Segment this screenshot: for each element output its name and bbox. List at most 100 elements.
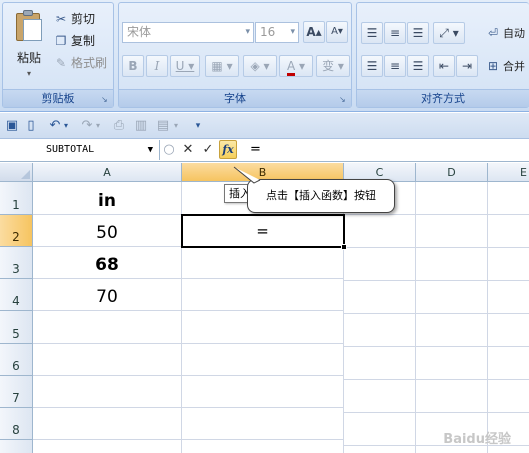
gridlines (344, 182, 529, 453)
format-painter-label: 格式刷 (71, 56, 108, 70)
phonetic-icon: 变 (322, 59, 335, 73)
decrease-indent-button[interactable]: ⇤ (433, 55, 455, 77)
formula-input[interactable]: = (250, 140, 261, 160)
align-left-icon: ☰ (366, 59, 378, 73)
row-header-1[interactable]: 1 (0, 182, 33, 215)
insert-function-button[interactable]: fx (219, 140, 237, 159)
cell-a5[interactable] (33, 311, 182, 344)
cell-a3[interactable]: 68 (33, 247, 182, 279)
shrink-font-button[interactable]: A▾ (326, 21, 348, 43)
new-document-icon[interactable]: ▯ (22, 117, 40, 135)
column-header-d[interactable]: D (416, 163, 488, 182)
row-header-2[interactable]: 2 (0, 215, 33, 247)
clipboard-group-label: 剪贴板 (3, 89, 113, 107)
cell-a7[interactable] (33, 376, 182, 408)
phonetic-button[interactable]: 变 ▾ (316, 55, 350, 77)
cell-b9[interactable] (182, 440, 344, 453)
copy-button[interactable]: ❐ 复制 (53, 31, 95, 51)
cell-b6[interactable] (182, 344, 344, 376)
align-left-button[interactable]: ☰ (361, 55, 383, 77)
cell-a6[interactable] (33, 344, 182, 376)
align-middle-button[interactable]: ≡ (384, 22, 406, 44)
ribbon: 粘贴 ▾ ✂ 剪切 ❐ 复制 ✎ 格式刷 剪贴板 ↘ 宋体 ▾ 16 ▾ A▴ A▾ B … (0, 0, 529, 112)
font-name-value: 宋体 (127, 25, 152, 39)
chart-icon[interactable]: ▥ (132, 117, 150, 135)
row-header-7[interactable]: 7 (0, 376, 33, 408)
align-bottom-button[interactable]: ☰ (407, 22, 429, 44)
align-center-button[interactable]: ≡ (384, 55, 406, 77)
font-name-select[interactable]: 宋体 ▾ (122, 22, 254, 43)
cell-b7[interactable] (182, 376, 344, 408)
grow-font-button[interactable]: A▴ (303, 21, 325, 43)
fill-handle[interactable] (341, 244, 347, 250)
cell-b5[interactable] (182, 311, 344, 344)
select-all-button[interactable] (0, 163, 33, 182)
paste-button[interactable]: 粘贴 ▾ (9, 9, 49, 85)
row-header-3[interactable]: 3 (0, 247, 33, 279)
name-box[interactable]: SUBTOTAL ▼ (0, 140, 160, 160)
grow-font-icon: A (306, 25, 316, 39)
customize-toolbar-icon[interactable]: ▾ (192, 117, 204, 135)
font-color-button[interactable]: A ▾ (279, 55, 313, 77)
wrap-text-button[interactable]: ⏎ 自动 (485, 23, 525, 43)
copy-label: 复制 (71, 34, 96, 48)
row-header-6[interactable]: 6 (0, 344, 33, 376)
cell-a1[interactable]: in (33, 182, 182, 215)
cell-b8[interactable] (182, 408, 344, 440)
redo-dropdown-icon[interactable]: ▾ (93, 117, 103, 135)
enter-icon[interactable]: ✓ (199, 140, 217, 160)
align-top-button[interactable]: ☰ (361, 22, 383, 44)
print-preview-icon[interactable]: ⎙ (110, 117, 128, 135)
format-painter-button[interactable]: ✎ 格式刷 (53, 53, 107, 73)
column-header-e[interactable]: E (488, 163, 529, 182)
merge-button[interactable]: ⊞ 合并 (485, 56, 525, 76)
bold-button[interactable]: B (122, 55, 144, 77)
paste-label: 粘贴 (16, 51, 41, 65)
active-cell-outline (181, 214, 345, 248)
callout-pointer (233, 166, 261, 184)
save-icon[interactable]: ▣ (3, 117, 21, 135)
chevron-down-icon: ▾ (290, 27, 295, 37)
fill-color-button[interactable]: ◈ ▾ (243, 55, 277, 77)
undo-dropdown-icon[interactable]: ▾ (61, 117, 71, 135)
orientation-icon: ⤢ (439, 26, 449, 40)
paste-icon (14, 9, 44, 43)
baidu-watermark: Baidu经验 (443, 432, 511, 447)
row-header-8[interactable]: 8 (0, 408, 33, 440)
row-header-4[interactable]: 4 (0, 279, 33, 311)
formula-buttons: ○ ✕ ✓ fx (160, 140, 242, 160)
border-button[interactable]: ▦ ▾ (205, 55, 239, 77)
copy-icon: ❐ (55, 34, 67, 48)
chevron-down-icon[interactable]: ▼ (148, 140, 153, 160)
orientation-button[interactable]: ⤢ ▾ (433, 22, 465, 44)
paste-dropdown-icon[interactable]: ▾ (27, 69, 31, 78)
increase-indent-button[interactable]: ⇥ (456, 55, 478, 77)
cell-b3[interactable] (182, 247, 344, 279)
chevron-down-icon: ▾ (245, 27, 250, 37)
cell-b4[interactable] (182, 279, 344, 311)
cancel-icon[interactable]: ✕ (179, 140, 197, 160)
align-right-button[interactable]: ☰ (407, 55, 429, 77)
clipboard-launcher-icon[interactable]: ↘ (101, 95, 110, 104)
clipboard-group: 粘贴 ▾ ✂ 剪切 ❐ 复制 ✎ 格式刷 剪贴板 ↘ (2, 2, 114, 108)
align-right-icon: ☰ (412, 59, 424, 73)
italic-button[interactable]: I (146, 55, 168, 77)
merge-label: 合并 (503, 60, 525, 73)
brush-icon: ✎ (55, 56, 67, 70)
font-launcher-icon[interactable]: ↘ (339, 95, 348, 104)
worksheet-grid: A B C D E 1 2 3 4 5 6 7 8 in 50 68 70 = … (0, 163, 529, 453)
underline-button[interactable]: U ▾ (170, 55, 200, 77)
cell-a4[interactable]: 70 (33, 279, 182, 311)
row-header-9[interactable] (0, 440, 33, 453)
row-header-5[interactable]: 5 (0, 311, 33, 344)
chart-edit-icon[interactable]: ▤ (154, 117, 172, 135)
fill-bucket-icon: ◈ (250, 59, 260, 73)
cell-a8[interactable] (33, 408, 182, 440)
wrap-text-label: 自动 (503, 27, 525, 40)
chart-edit-dropdown-icon[interactable]: ▾ (171, 117, 181, 135)
cell-a9[interactable] (33, 440, 182, 453)
cell-a2[interactable]: 50 (33, 215, 182, 247)
column-header-a[interactable]: A (33, 163, 182, 182)
cut-button[interactable]: ✂ 剪切 (53, 9, 95, 29)
font-size-select[interactable]: 16 ▾ (255, 22, 299, 43)
